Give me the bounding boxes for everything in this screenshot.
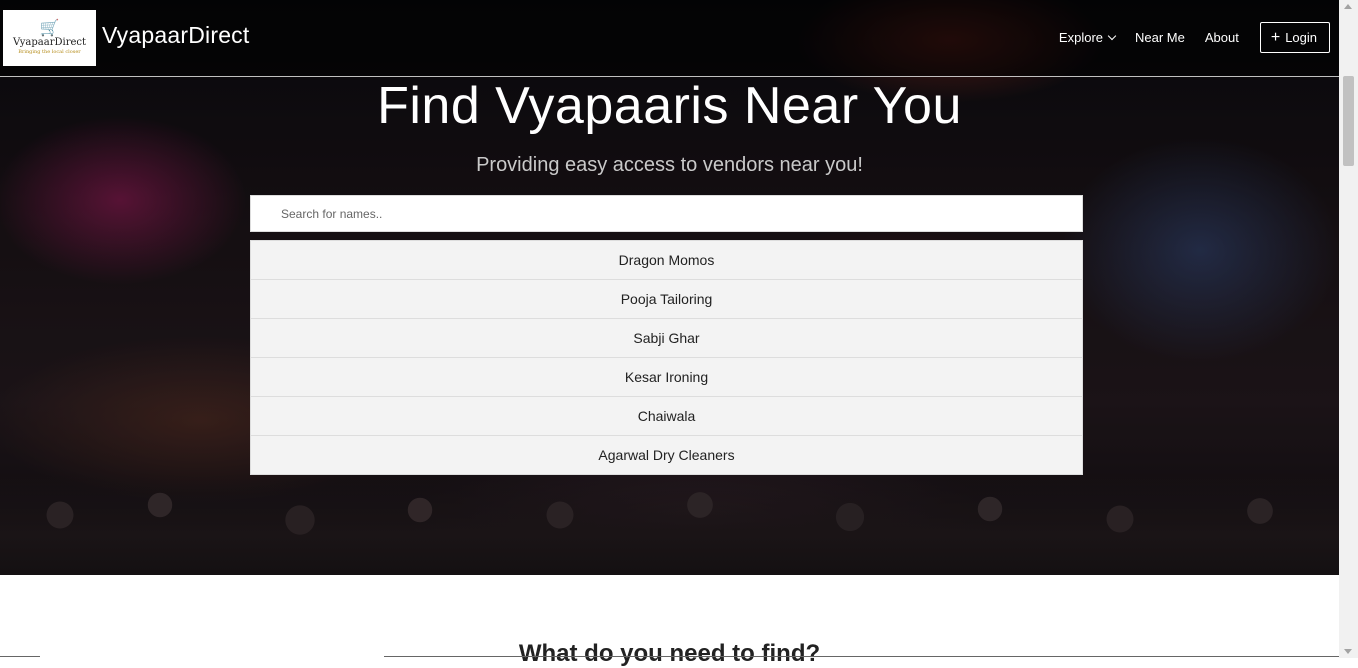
plus-icon: + — [1270, 29, 1281, 46]
search-input[interactable] — [251, 195, 1082, 232]
scrollbar[interactable] — [1339, 0, 1358, 658]
brand-name[interactable]: VyapaarDirect — [102, 22, 249, 49]
nav-explore-label: Explore — [1058, 30, 1103, 45]
vendor-item[interactable]: Kesar Ironing — [250, 358, 1083, 397]
vendor-item[interactable]: Sabji Ghar — [250, 319, 1083, 358]
login-button[interactable]: + Login — [1259, 22, 1330, 53]
scroll-thumb[interactable] — [1343, 76, 1354, 166]
shopping-cart-icon: 🛒 — [39, 19, 60, 37]
page-title: Find Vyapaaris Near You — [377, 77, 962, 135]
vendor-list: Dragon Momos Pooja Tailoring Sabji Ghar … — [250, 240, 1083, 475]
scroll-down-icon[interactable] — [1344, 649, 1352, 654]
scroll-up-icon[interactable] — [1344, 4, 1352, 9]
hero-background-crowd — [0, 475, 1339, 575]
chevron-down-icon — [1107, 31, 1117, 40]
vendor-item[interactable]: Chaiwala — [250, 397, 1083, 436]
nav-explore[interactable]: Explore — [1058, 30, 1117, 45]
page-subtitle: Providing easy access to vendors near yo… — [476, 154, 863, 176]
logo-text: VyapaarDirect — [12, 36, 87, 48]
nav-near-me[interactable]: Near Me — [1135, 30, 1185, 45]
vendor-item[interactable]: Pooja Tailoring — [250, 280, 1083, 319]
search-box — [250, 195, 1083, 232]
section-heading: What do you need to find? — [518, 640, 821, 667]
vendor-item[interactable]: Dragon Momos — [250, 240, 1083, 280]
divider — [384, 656, 1339, 657]
divider — [0, 656, 40, 657]
vendor-item[interactable]: Agarwal Dry Cleaners — [250, 436, 1083, 475]
logo-tagline: Bringing the local closer — [18, 48, 81, 55]
logo[interactable]: 🛒 VyapaarDirect Bringing the local close… — [3, 10, 96, 66]
nav-about[interactable]: About — [1205, 30, 1239, 45]
login-label: Login — [1285, 30, 1317, 45]
nav-links: Explore Near Me About + Login — [1039, 22, 1330, 53]
navbar: 🛒 VyapaarDirect Bringing the local close… — [0, 0, 1339, 77]
